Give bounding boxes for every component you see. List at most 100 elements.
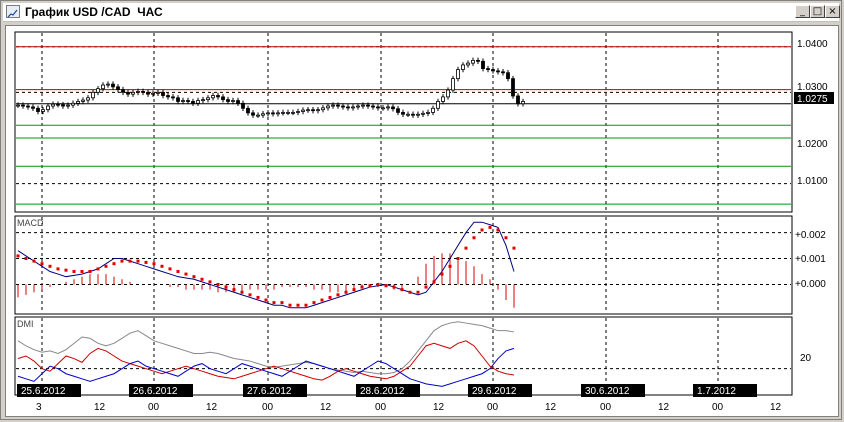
price-candle (516, 95, 520, 105)
price-candle (291, 112, 295, 114)
price-candle (256, 114, 260, 117)
price-candle (351, 106, 355, 109)
price-candle (36, 107, 40, 112)
macd-signal-dot (344, 290, 348, 294)
macd-signal-dot (360, 285, 364, 289)
price-candle (206, 97, 210, 101)
price-candle (151, 92, 155, 95)
macd-signal-dot (376, 282, 380, 286)
price-candle (451, 78, 455, 91)
price-candle (146, 91, 150, 95)
hour-label: 00 (375, 402, 387, 413)
price-candle (31, 106, 35, 109)
hour-label: 12 (770, 402, 782, 413)
macd-signal-dot (16, 254, 20, 258)
price-panel-frame (14, 31, 793, 213)
price-candle (396, 108, 400, 113)
macd-signal-dot (192, 275, 196, 279)
macd-signal-dot (504, 236, 508, 240)
macd-signal-dot (408, 290, 412, 294)
macd-signal-dot (208, 280, 212, 284)
macd-tick-label: +0.000 (795, 279, 826, 290)
price-candle (126, 91, 130, 95)
macd-signal-dot (64, 268, 68, 272)
hour-label: 12 (658, 402, 670, 413)
macd-signal-dot (168, 267, 172, 271)
price-panel[interactable]: 1.0400 1.0300 1.0200 1.0100 1.0275 (14, 31, 834, 213)
price-candle (456, 69, 460, 80)
maximize-button[interactable]: □ (810, 5, 825, 18)
price-candle (411, 113, 415, 116)
macd-signal-dot (280, 301, 284, 305)
price-candle (461, 64, 465, 70)
price-candle (251, 112, 255, 116)
macd-signal-dot (264, 298, 268, 302)
price-candle (296, 111, 300, 113)
window-title: График USD /CAD ЧАС (25, 5, 163, 19)
macd-signal-dot (80, 269, 84, 273)
macd-signal-dot (312, 301, 316, 305)
macd-signal-dot (56, 267, 60, 271)
macd-signal-dot (272, 301, 276, 305)
price-candle (51, 103, 55, 107)
price-candle (431, 107, 435, 113)
macd-signal-dot (32, 259, 36, 263)
minimize-button[interactable]: _ (795, 5, 810, 18)
macd-signal-dot (488, 225, 492, 229)
price-candle (196, 100, 200, 104)
macd-signal-dot (296, 303, 300, 307)
price-tick-label: 1.0400 (797, 39, 828, 50)
price-candle (231, 100, 235, 102)
price-candle (66, 104, 70, 107)
macd-signal-dot (448, 264, 452, 268)
hour-label: 00 (487, 402, 499, 413)
macd-signal-dot (440, 272, 444, 276)
macd-signal-dot (328, 295, 332, 299)
price-candle (46, 105, 50, 111)
price-candle (326, 105, 330, 109)
close-button[interactable]: × (825, 5, 840, 18)
macd-signal-dot (480, 228, 484, 232)
macd-signal-dot (232, 288, 236, 292)
price-candle (171, 96, 175, 99)
macd-tick-label: +0.002 (795, 230, 826, 241)
chart-canvas[interactable]: 1.0400 1.0300 1.0200 1.0100 1.0275 MACD … (6, 26, 838, 416)
macd-signal-dot (176, 269, 180, 273)
macd-signal-dot (432, 280, 436, 284)
price-candle (26, 105, 30, 108)
macd-tick-label: +0.001 (795, 254, 826, 265)
macd-signal-dot (40, 262, 44, 266)
macd-signal-dot (200, 277, 204, 281)
price-candle (131, 91, 135, 95)
macd-signal-dot (496, 228, 500, 232)
price-candle (446, 89, 450, 98)
macd-signal-dot (472, 236, 476, 240)
macd-panel-frame (14, 215, 793, 315)
price-candle (161, 91, 165, 96)
macd-signal-dot (88, 269, 92, 273)
hour-label: 12 (206, 402, 218, 413)
price-candle (381, 107, 385, 110)
dmi-panel[interactable]: DMI 20 (14, 316, 812, 396)
price-candle (286, 112, 290, 114)
price-candle (56, 103, 60, 106)
price-candle (401, 112, 405, 115)
macd-signal-dot (464, 246, 468, 250)
date-label: 26.6.2012 (133, 386, 178, 397)
price-candle (186, 100, 190, 102)
macd-panel[interactable]: MACD +0.002 +0.001 +0.000 (14, 215, 826, 315)
macd-signal-dot (96, 267, 100, 271)
price-candle (321, 107, 325, 111)
macd-signal-dot (400, 288, 404, 292)
title-bar[interactable]: График USD /CAD ЧАС _ □ × (3, 3, 840, 22)
hour-label: 12 (320, 402, 332, 413)
price-candle (266, 112, 270, 115)
chart-area[interactable]: 1.0400 1.0300 1.0200 1.0100 1.0275 MACD … (5, 25, 839, 417)
price-candle (491, 69, 495, 72)
price-candle (91, 91, 95, 99)
chart-window: График USD /CAD ЧАС _ □ × 1.0400 1.0300 … (0, 0, 842, 420)
dmi-label: DMI (17, 319, 34, 329)
price-candle (281, 112, 285, 114)
price-candle (376, 106, 380, 109)
macd-signal-dot (416, 290, 420, 294)
